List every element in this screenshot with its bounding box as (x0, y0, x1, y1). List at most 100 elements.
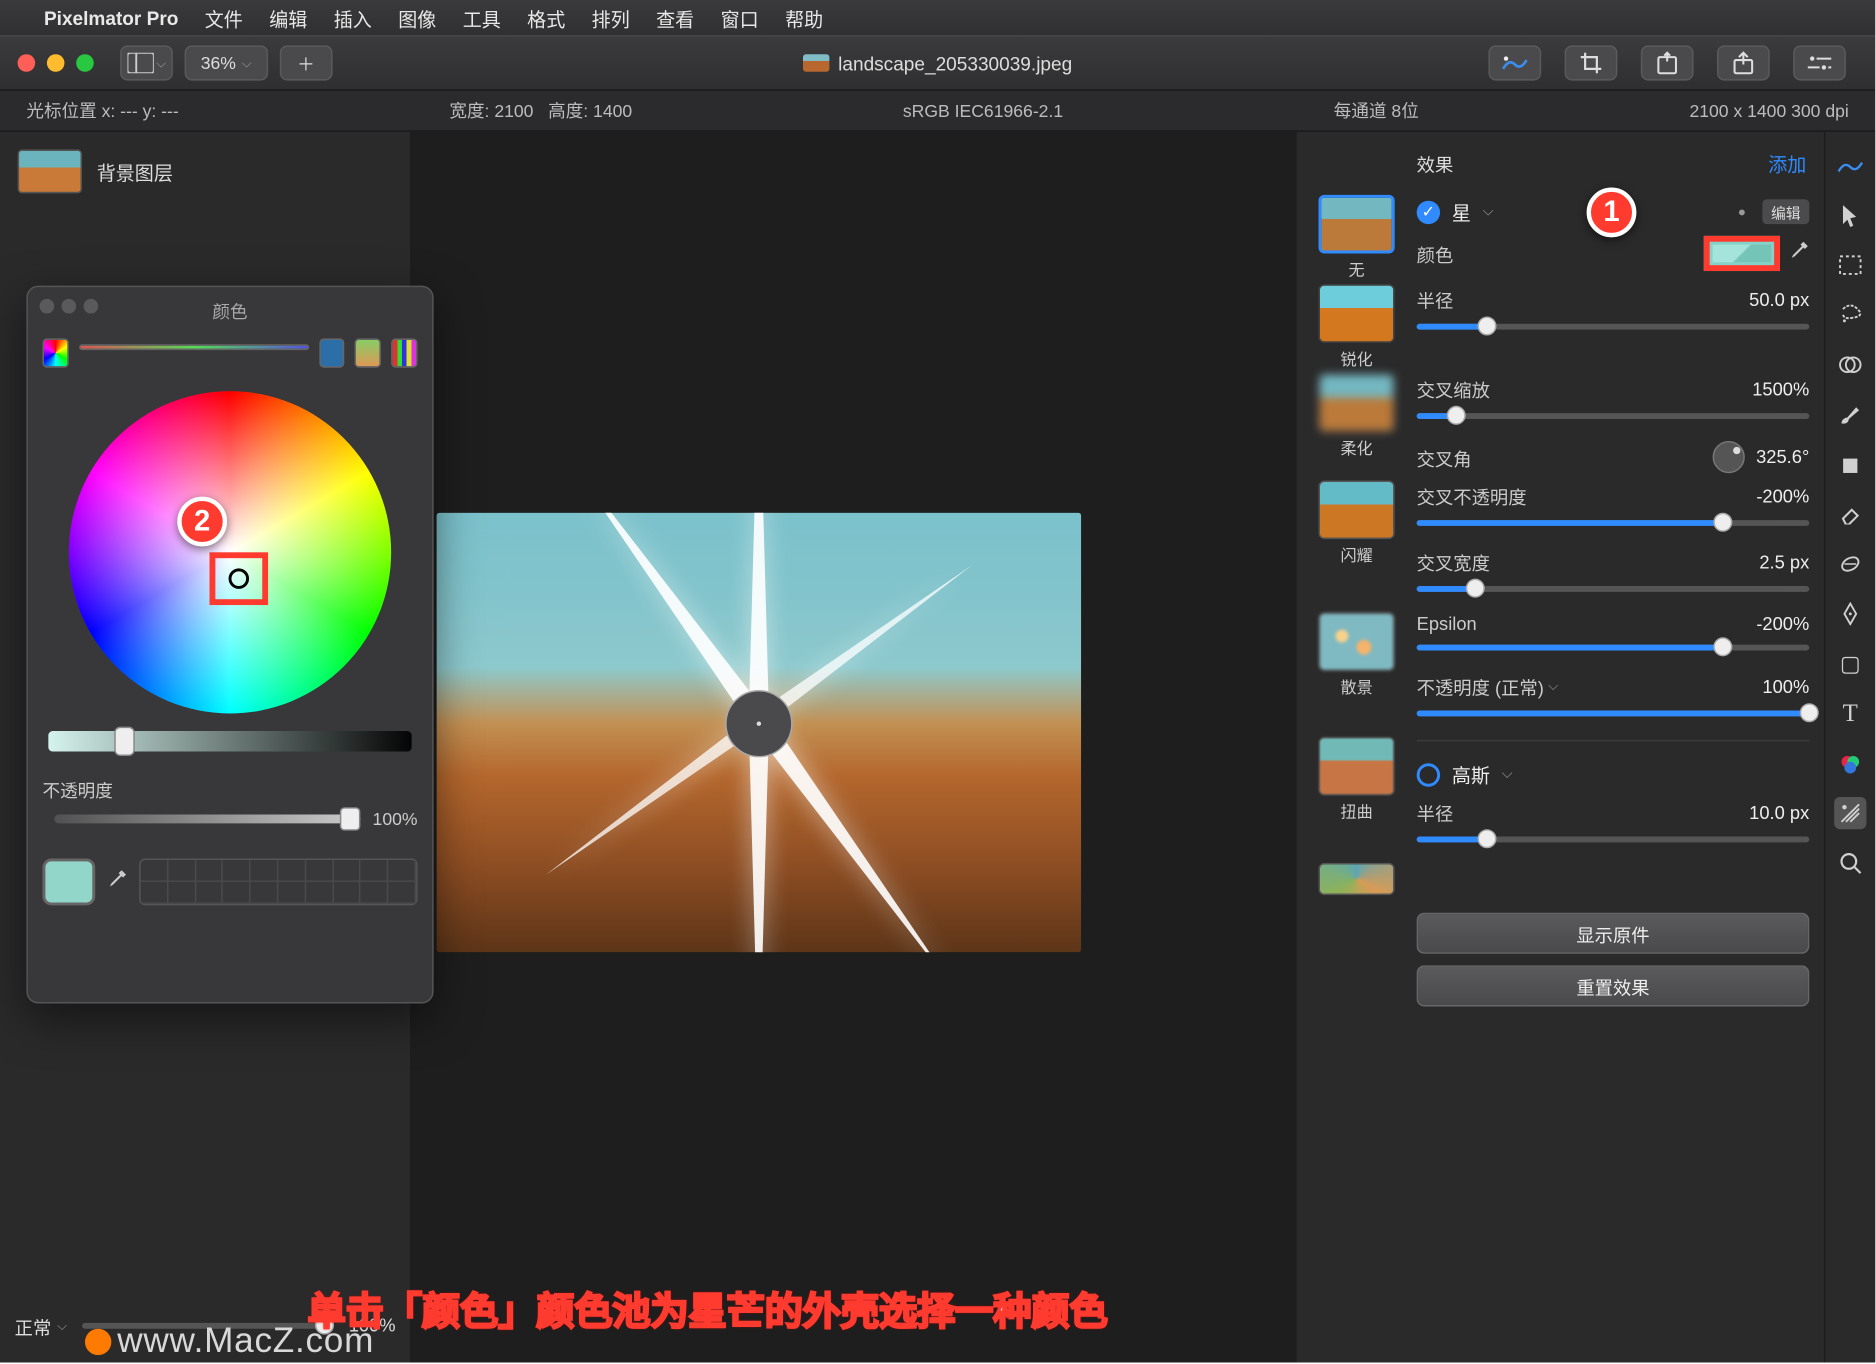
marquee-tool-icon[interactable] (1834, 249, 1866, 281)
gauss-enabled-checkbox[interactable] (1417, 763, 1440, 786)
color-tab-wheel[interactable] (42, 338, 68, 367)
color-tab-pencils[interactable] (391, 338, 417, 367)
pen-tool-icon[interactable] (1834, 598, 1866, 630)
close-window-button[interactable] (18, 54, 36, 72)
effect-opacity-slider[interactable] (1417, 711, 1810, 717)
prop-cross-opacity-label: 交叉不透明度 (1417, 482, 1527, 510)
fullscreen-window-button[interactable] (76, 54, 94, 72)
canvas-width: 宽度: 2100 (449, 101, 533, 122)
repair-tool-icon[interactable] (1834, 548, 1866, 580)
chevron-down-icon[interactable]: ⌵ (1483, 204, 1494, 220)
brightness-slider[interactable] (48, 731, 411, 752)
menu-image[interactable]: 图像 (398, 4, 436, 32)
document-title: landscape_205330039.jpeg (803, 52, 1072, 74)
panel-close-dot[interactable] (40, 299, 55, 314)
angle-dial[interactable] (1712, 441, 1744, 473)
menu-file[interactable]: 文件 (205, 4, 243, 32)
menu-tools[interactable]: 工具 (463, 4, 501, 32)
color-picker-tool-icon[interactable] (1834, 747, 1866, 779)
annotation-badge-1: 1 (1587, 188, 1637, 238)
app-name[interactable]: Pixelmator Pro (44, 7, 178, 29)
fx-category-distort[interactable] (1319, 737, 1395, 796)
epsilon-slider[interactable] (1417, 645, 1810, 651)
fx-category-sharpen[interactable] (1319, 284, 1395, 343)
color-tab-sliders[interactable] (79, 344, 309, 350)
edit-effect-button[interactable]: 编辑 (1762, 199, 1809, 224)
color-tab-image[interactable] (355, 338, 381, 367)
menu-view[interactable]: 查看 (656, 4, 694, 32)
effect-drag-handle[interactable] (725, 690, 792, 757)
color-wheel-cursor[interactable] (209, 552, 268, 605)
opacity-slider[interactable] (54, 815, 361, 824)
layer-name: 背景图层 (97, 157, 173, 185)
current-color-swatch[interactable] (42, 858, 95, 905)
prop-color-label: 颜色 (1417, 240, 1454, 268)
eraser-tool-icon[interactable] (1834, 498, 1866, 530)
fx-cat-label-distort: 扭曲 (1340, 800, 1372, 823)
shape-tool-icon[interactable]: ▢ (1834, 648, 1866, 680)
sidebar-toggle-button[interactable]: ⌵ (120, 45, 173, 80)
reset-effects-button[interactable]: 重置效果 (1417, 965, 1810, 1006)
effect-enabled-checkbox[interactable]: ✓ (1417, 200, 1440, 223)
cross-width-slider[interactable] (1417, 586, 1810, 592)
colors-panel: 颜色 2 不透明度 100% (26, 286, 433, 1004)
fx-category-none[interactable] (1319, 195, 1395, 254)
color-wheel[interactable]: 2 (69, 391, 391, 713)
swatch-grid[interactable] (139, 858, 417, 905)
fx-cat-label-blur: 柔化 (1340, 437, 1372, 460)
arrow-tool-icon[interactable] (1834, 199, 1866, 231)
menu-window[interactable]: 窗口 (721, 4, 759, 32)
add-button[interactable]: ＋ (280, 45, 333, 80)
zoom-tool-icon[interactable] (1834, 847, 1866, 879)
effects-tool-icon[interactable] (1834, 797, 1866, 829)
auto-adjust-tool-icon[interactable] (1834, 149, 1866, 181)
menu-help[interactable]: 帮助 (785, 4, 823, 32)
effect-name-gauss[interactable]: 高斯 (1452, 760, 1490, 788)
menu-arrange[interactable]: 排列 (592, 4, 630, 32)
lasso-tool-icon[interactable] (1834, 299, 1866, 331)
cross-opacity-slider[interactable] (1417, 520, 1810, 526)
colors-panel-title: 颜色 (42, 296, 417, 333)
fill-tool-icon[interactable]: ◼ (1834, 448, 1866, 480)
eyedropper-icon[interactable] (1789, 241, 1810, 266)
brush-tool-icon[interactable] (1834, 398, 1866, 430)
blend-mode-dropdown[interactable]: 正常⌵ (15, 1312, 68, 1340)
gauss-radius-slider[interactable] (1417, 837, 1810, 843)
fx-category-blur[interactable] (1319, 374, 1395, 433)
prop-epsilon-value: -200% (1756, 614, 1809, 635)
export-button[interactable] (1641, 45, 1694, 80)
color-tab-palette[interactable] (319, 338, 345, 367)
eyedropper-icon[interactable] (107, 869, 128, 894)
canvas-area[interactable] (410, 132, 1296, 1363)
minimize-window-button[interactable] (47, 54, 65, 72)
share-button[interactable] (1717, 45, 1770, 80)
fx-category-kaleidoscope[interactable] (1319, 863, 1395, 895)
panel-min-dot[interactable] (62, 299, 77, 314)
layer-row-background[interactable]: 背景图层 (12, 144, 399, 200)
panel-max-dot[interactable] (84, 299, 99, 314)
color-adjust-tool-icon[interactable] (1834, 349, 1866, 381)
menu-format[interactable]: 格式 (527, 4, 565, 32)
zoom-dropdown[interactable]: 36%⌵ (185, 45, 268, 80)
prop-opacity-label: 不透明度 (正常) (1417, 672, 1544, 700)
layer-thumb-icon (18, 149, 82, 193)
add-effect-button[interactable]: 添加 (1768, 149, 1806, 177)
fx-category-shine[interactable] (1319, 481, 1395, 540)
doc-title-text: landscape_205330039.jpeg (838, 52, 1072, 74)
prop-epsilon-label: Epsilon (1417, 614, 1477, 635)
autoenhance-button[interactable] (1488, 45, 1541, 80)
menu-insert[interactable]: 插入 (334, 4, 372, 32)
prop-gauss-radius-value: 10.0 px (1749, 802, 1809, 823)
inspector-toggle-button[interactable] (1793, 45, 1846, 80)
text-tool-icon[interactable]: T (1834, 697, 1866, 729)
menu-edit[interactable]: 编辑 (269, 4, 307, 32)
effect-name-star[interactable]: 星 (1452, 198, 1471, 226)
prop-cross-opacity-value: -200% (1756, 486, 1809, 507)
radius-slider[interactable] (1417, 324, 1810, 330)
chevron-down-icon[interactable]: ⌵ (1502, 766, 1513, 782)
crop-button[interactable] (1565, 45, 1618, 80)
cross-scale-slider[interactable] (1417, 413, 1810, 419)
show-original-button[interactable]: 显示原件 (1417, 913, 1810, 954)
fx-category-bokeh[interactable] (1319, 612, 1395, 671)
color-well[interactable] (1704, 236, 1780, 271)
